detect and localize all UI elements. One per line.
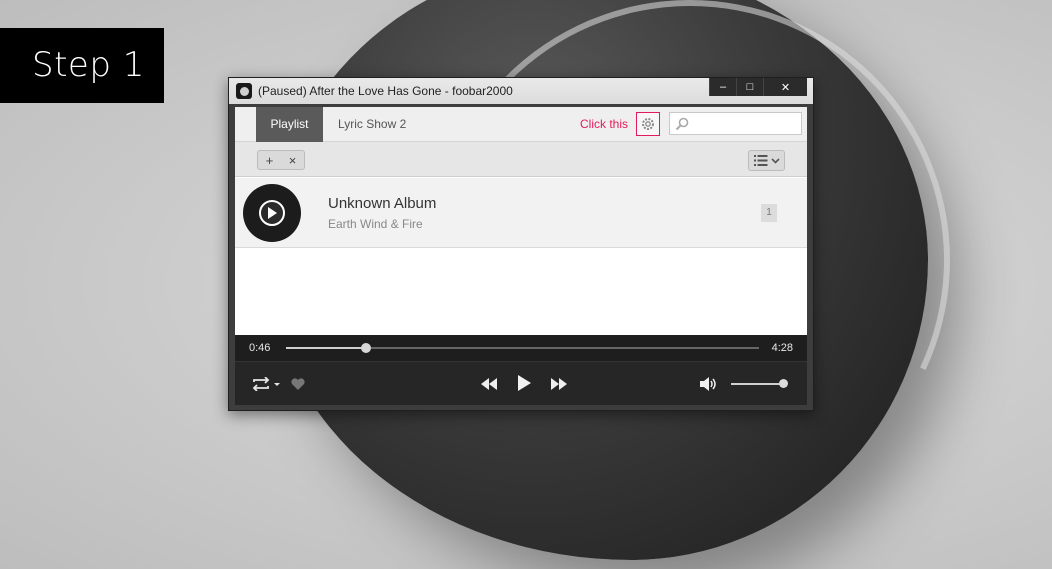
settings-button[interactable] [636,112,660,136]
play-icon [268,207,277,219]
play-button[interactable] [516,373,532,393]
next-button[interactable] [549,376,569,392]
track-count-badge: 1 [761,204,777,222]
player-panel: Playlist Lyric Show 2 Click this + × Unk… [235,107,807,405]
rewind-icon [481,378,497,390]
play-icon [518,375,531,391]
add-playlist-button[interactable]: + [266,153,274,168]
seek-bar-row: 0:46 4:28 [235,335,807,361]
seek-progress-fill [286,347,367,349]
maximize-button[interactable]: □ [736,78,763,96]
album-play-button[interactable] [259,200,285,226]
search-input[interactable] [694,114,794,133]
window-controls: ‒ □ ✕ [709,78,807,96]
playlist-empty-area [235,249,807,335]
volume-slider[interactable] [731,379,788,388]
repeat-icon [252,377,280,391]
search-box[interactable] [669,112,802,135]
foobar-app-icon [236,83,252,99]
tab-playlist[interactable]: Playlist [256,107,323,142]
previous-button[interactable] [479,376,499,392]
playlist-toolbar: + × [235,142,807,177]
album-art-disc [243,184,301,242]
title-bar[interactable]: (Paused) After the Love Has Gone - fooba… [229,78,813,104]
volume-level-fill [731,383,783,385]
speaker-icon [700,377,716,391]
list-view-icon [753,155,767,166]
step-label: Step 1 [0,28,164,103]
album-row[interactable]: Unknown Album Earth Wind & Fire 1 [235,178,807,248]
remove-playlist-button[interactable]: × [289,153,297,168]
minimize-button[interactable]: ‒ [709,78,736,96]
view-options-button[interactable] [748,150,785,171]
tab-bar: Playlist Lyric Show 2 Click this [235,107,807,142]
album-artist: Earth Wind & Fire [328,217,423,231]
gear-icon [642,118,654,130]
total-time: 4:28 [771,342,793,354]
tab-lyric-show[interactable]: Lyric Show 2 [338,107,406,142]
volume-button[interactable] [699,375,719,393]
repeat-button[interactable] [249,374,283,394]
transport-controls [235,361,807,405]
seek-slider[interactable] [286,343,759,353]
album-title: Unknown Album [328,195,437,212]
volume-handle[interactable] [778,379,788,388]
heart-icon [291,378,305,390]
search-icon [675,117,689,130]
favorite-button[interactable] [290,376,306,392]
current-time: 0:46 [249,342,271,354]
chevron-down-icon [770,157,780,164]
foobar-window: (Paused) After the Love Has Gone - fooba… [228,77,814,411]
window-title: (Paused) After the Love Has Gone - fooba… [258,84,513,98]
playlist-edit-group: + × [257,150,305,170]
close-button[interactable]: ✕ [763,78,807,96]
click-hint-label: Click this [580,117,629,131]
fast-forward-icon [551,378,567,390]
seek-handle[interactable] [361,343,372,353]
